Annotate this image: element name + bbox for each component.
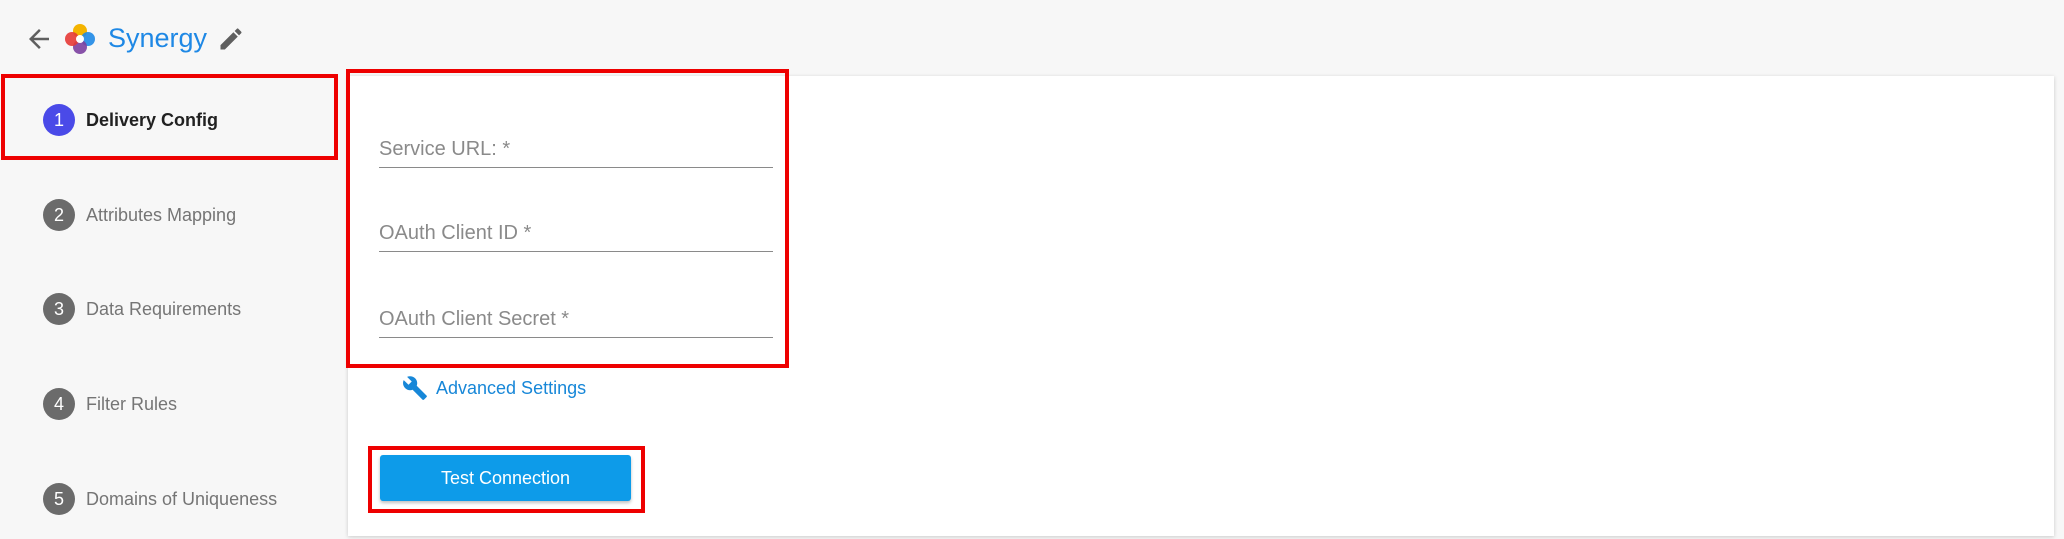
- advanced-settings-label: Advanced Settings: [436, 377, 587, 398]
- step-label: Data Requirements: [86, 298, 242, 319]
- highlight-box-step: [1, 74, 338, 160]
- step-filter-rules[interactable]: 4 Filter Rules: [0, 364, 335, 444]
- app-header: Synergy: [0, 0, 2064, 76]
- step-number: 5: [43, 483, 75, 515]
- app-title[interactable]: Synergy: [108, 20, 207, 56]
- step-domains-of-uniqueness[interactable]: 5 Domains of Uniqueness: [0, 459, 335, 539]
- highlight-box-form: [346, 69, 789, 368]
- step-data-requirements[interactable]: 3 Data Requirements: [0, 269, 335, 349]
- wrench-icon: [403, 376, 427, 400]
- arrow-left-icon[interactable]: [24, 24, 54, 54]
- step-label: Filter Rules: [86, 393, 178, 414]
- step-number: 2: [43, 199, 75, 231]
- step-label: Domains of Uniqueness: [86, 488, 278, 509]
- highlight-box-button: [368, 446, 645, 513]
- step-attributes-mapping[interactable]: 2 Attributes Mapping: [0, 175, 335, 255]
- synergy-logo-icon: [65, 24, 95, 54]
- step-number: 4: [43, 388, 75, 420]
- step-label: Attributes Mapping: [86, 204, 237, 225]
- advanced-settings-link[interactable]: Advanced Settings: [402, 372, 586, 404]
- pencil-icon[interactable]: [217, 25, 245, 53]
- step-number: 3: [43, 293, 75, 325]
